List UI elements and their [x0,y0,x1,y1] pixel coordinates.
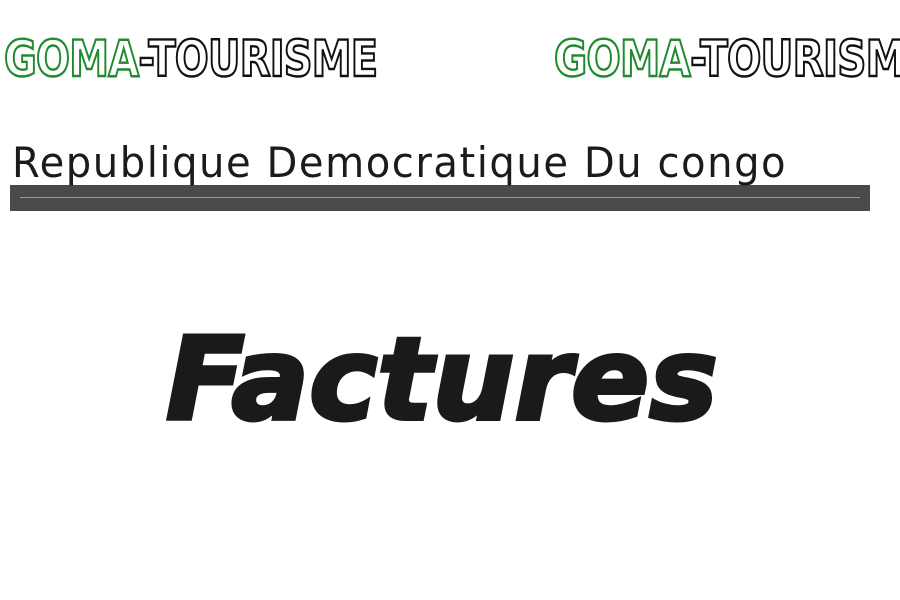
logo-goma-text: GOMA [3,29,140,89]
banner-rule [20,197,860,198]
goma-tourisme-logo-left: GOMA-TOURISME [3,28,379,90]
country-heading: Republique Democratique Du congo [12,138,788,187]
logo-goma-text: GOMA [553,29,692,89]
logo-tourisme-text: -TOURISME [689,29,900,89]
logo-tourisme-text: -TOURISME [137,29,379,89]
page-title: Factures [164,313,720,446]
goma-tourisme-logo-right: GOMA-TOURISME [553,28,900,90]
